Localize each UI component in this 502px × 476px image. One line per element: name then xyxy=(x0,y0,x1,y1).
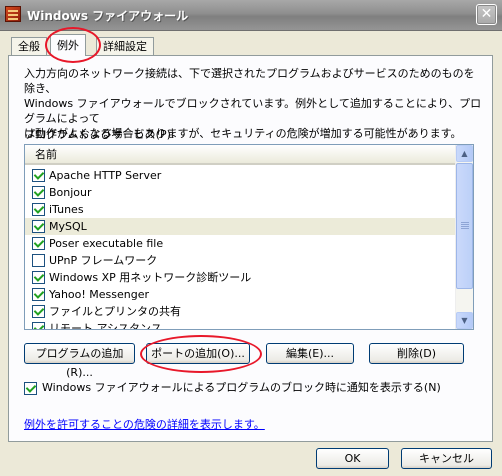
program-label: Apache HTTP Server xyxy=(49,169,162,182)
program-label: iTunes xyxy=(49,203,84,216)
close-button[interactable]: ✕ xyxy=(476,4,497,25)
edit-button[interactable]: 編集(E)... xyxy=(266,343,354,364)
tab-advanced[interactable]: 詳細設定 xyxy=(96,37,154,55)
program-checkbox[interactable] xyxy=(32,237,45,250)
tab-general[interactable]: 全般 xyxy=(11,37,47,55)
program-checkbox[interactable] xyxy=(32,322,45,329)
program-checkbox[interactable] xyxy=(32,203,45,216)
program-checkbox[interactable] xyxy=(32,186,45,199)
program-checkbox[interactable] xyxy=(32,254,45,267)
scroll-up-icon[interactable]: ▲ xyxy=(456,145,473,162)
program-label: UPnP フレームワーク xyxy=(49,254,158,267)
list-item[interactable]: ファイルとプリンタの共有 xyxy=(25,303,457,320)
delete-button[interactable]: 削除(D) xyxy=(369,343,464,364)
firewall-icon xyxy=(5,6,21,22)
programs-listbox[interactable]: 名前 Apache HTTP Server Bonjour iTunes MyS… xyxy=(24,144,474,330)
list-item[interactable]: Bonjour xyxy=(25,184,457,201)
program-checkbox[interactable] xyxy=(32,271,45,284)
add-program-button[interactable]: プログラムの追加(R)... xyxy=(24,343,135,379)
title-bar: Windows ファイアウォール ✕ xyxy=(0,0,502,31)
program-label: ファイルとプリンタの共有 xyxy=(49,305,181,318)
exceptions-risk-link[interactable]: 例外を許可することの危険の詳細を表示します。 xyxy=(24,416,265,432)
programs-list-label: プログラムおよびサービス(P): xyxy=(24,128,175,141)
program-checkbox[interactable] xyxy=(32,305,45,318)
program-label: Bonjour xyxy=(49,186,92,199)
window-title: Windows ファイアウォール xyxy=(27,9,189,23)
list-item[interactable]: Yahoo! Messenger xyxy=(25,286,457,303)
description-line: 入力方向のネットワーク接続は、下で選択されたプログラムおよびサービスのためのもの… xyxy=(24,67,475,95)
program-checkbox[interactable] xyxy=(32,220,45,233)
list-item[interactable]: MySQL xyxy=(25,218,457,235)
list-item[interactable]: Windows XP 用ネットワーク診断ツール xyxy=(25,269,457,286)
program-label: Yahoo! Messenger xyxy=(49,288,150,301)
program-label: MySQL xyxy=(49,220,87,233)
list-item[interactable]: UPnP フレームワーク xyxy=(25,252,457,269)
add-port-button[interactable]: ポートの追加(O)... xyxy=(146,343,250,364)
scroll-down-icon[interactable]: ▼ xyxy=(456,312,473,329)
description-line: Windows ファイアウォールでブロックされています。例外として追加することに… xyxy=(24,97,482,125)
list-item[interactable]: Apache HTTP Server xyxy=(25,167,457,184)
program-label: リモート アシスタンス xyxy=(49,322,162,330)
column-header-name[interactable]: 名前 xyxy=(25,145,457,165)
vertical-scrollbar[interactable]: ▲ ▼ xyxy=(455,145,473,329)
program-list: Apache HTTP Server Bonjour iTunes MySQL … xyxy=(25,167,457,330)
notify-option[interactable]: Windows ファイアウォールによるプログラムのブロック時に通知を表示する(N… xyxy=(24,381,441,395)
program-checkbox[interactable] xyxy=(32,288,45,301)
ok-button[interactable]: OK xyxy=(316,448,389,469)
tab-exceptions[interactable]: 例外 xyxy=(50,34,86,56)
cancel-button[interactable]: キャンセル xyxy=(401,448,492,469)
list-item[interactable]: リモート アシスタンス xyxy=(25,320,457,330)
program-label: Windows XP 用ネットワーク診断ツール xyxy=(49,271,252,284)
notify-checkbox[interactable] xyxy=(24,382,37,395)
list-item[interactable]: iTunes xyxy=(25,201,457,218)
program-checkbox[interactable] xyxy=(32,169,45,182)
program-label: Poser executable file xyxy=(49,237,164,250)
list-item[interactable]: Poser executable file xyxy=(25,235,457,252)
notify-label: Windows ファイアウォールによるプログラムのブロック時に通知を表示する(N… xyxy=(42,381,441,394)
grip-icon xyxy=(461,222,469,223)
scroll-thumb[interactable] xyxy=(456,163,473,289)
